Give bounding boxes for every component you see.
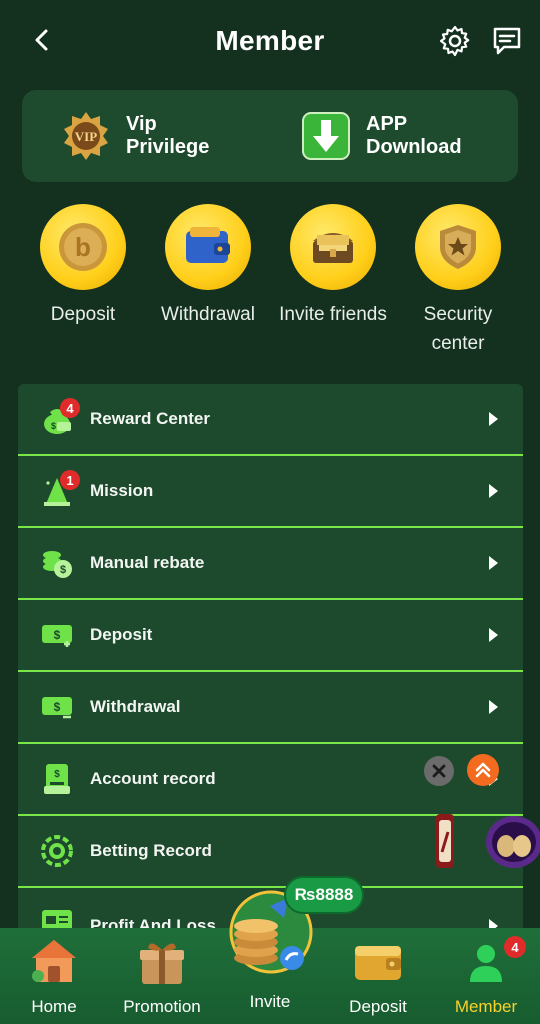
wallet-icon — [165, 204, 251, 290]
withdraw-card-icon: $ — [42, 697, 72, 719]
close-icon — [432, 764, 446, 778]
tab-home[interactable]: Home — [0, 928, 108, 1024]
svg-text:$: $ — [54, 628, 61, 642]
vip-privilege-button[interactable]: VIP Vip Privilege — [22, 110, 270, 162]
chevron-right-icon — [489, 412, 498, 426]
svg-text:b: b — [75, 232, 91, 262]
svg-text:$: $ — [54, 769, 60, 780]
coin-icon: b — [40, 204, 126, 290]
gold-wallet-icon — [355, 946, 401, 980]
chevron-right-icon — [489, 628, 498, 642]
notification-badge: 1 — [60, 470, 80, 490]
notification-badge: 4 — [60, 398, 80, 418]
page-title: Member — [215, 25, 325, 56]
menu-label: Withdrawal — [90, 697, 181, 716]
shield-badge-icon — [415, 204, 501, 290]
tab-deposit[interactable]: Deposit — [324, 928, 432, 1024]
svg-text:VIP: VIP — [75, 129, 97, 144]
tab-promotion[interactable]: Promotion — [108, 928, 216, 1024]
header: Member — [0, 0, 540, 82]
gear-icon[interactable] — [438, 24, 472, 58]
house-icon — [32, 940, 76, 982]
chip-icon — [41, 835, 73, 867]
back-arrow-icon[interactable] — [28, 26, 56, 54]
menu-label: Mission — [90, 481, 154, 500]
playing-card-icon[interactable] — [434, 812, 456, 870]
coins-stack-icon: $ — [43, 551, 72, 578]
menu-label: Reward Center — [90, 409, 210, 428]
quick-invite-friends[interactable]: Invite friends — [268, 200, 398, 329]
message-icon[interactable] — [490, 24, 524, 58]
menu-label: Deposit — [90, 625, 153, 644]
quick-security-center[interactable]: Security center — [393, 200, 523, 358]
vip-badge-icon: VIP — [64, 112, 108, 160]
tab-label: Member — [454, 997, 518, 1016]
svg-text:$: $ — [60, 564, 66, 576]
menu-manual-rebate[interactable]: $ Manual rebate — [18, 528, 523, 600]
chevron-right-icon — [489, 484, 498, 498]
tab-label: Promotion — [123, 997, 201, 1016]
app-download-button[interactable]: APP Download — [270, 110, 518, 162]
tab-label: Deposit — [349, 997, 407, 1016]
quick-deposit[interactable]: b Deposit — [18, 200, 148, 329]
double-chevron-up-icon — [475, 762, 491, 778]
deposit-card-icon: $ — [42, 625, 72, 647]
chevron-right-icon — [489, 700, 498, 714]
menu-reward-center[interactable]: $ 4 Reward Center — [18, 384, 523, 456]
close-floating-button[interactable] — [424, 756, 454, 786]
menu-label: Account record — [90, 769, 216, 788]
game-eggs-icon[interactable] — [478, 812, 540, 872]
download-icon — [302, 112, 350, 160]
gift-box-icon — [140, 943, 184, 984]
menu-label: Manual rebate — [90, 553, 205, 572]
vip-app-card: VIP Vip Privilege APP Download — [22, 90, 518, 182]
svg-text:$: $ — [51, 421, 56, 431]
menu-withdrawal[interactable]: $ Withdrawal — [18, 672, 523, 744]
menu-mission[interactable]: 1 Mission — [18, 456, 523, 528]
vip-privilege-label: Vip Privilege — [126, 113, 210, 158]
chevron-right-icon — [489, 556, 498, 570]
svg-text:$: $ — [54, 700, 61, 714]
treasure-chest-icon — [290, 204, 376, 290]
account-record-icon: $ — [44, 764, 70, 794]
app-download-label: APP Download — [366, 113, 462, 158]
quick-withdrawal[interactable]: Withdrawal — [143, 200, 273, 329]
menu-deposit[interactable]: $ Deposit — [18, 600, 523, 672]
scroll-top-button[interactable] — [467, 754, 499, 786]
menu-label: Betting Record — [90, 841, 212, 860]
quick-actions: b Deposit Withdrawal Invite friends Secu… — [0, 200, 540, 360]
member-badge: 4 — [504, 936, 526, 958]
quick-label: Withdrawal — [161, 304, 255, 325]
quick-label: Deposit — [50, 304, 116, 325]
invite-reward-pill[interactable]: ₨8888 — [284, 876, 364, 914]
tab-label: Invite — [249, 992, 291, 1011]
tab-label: Home — [31, 997, 77, 1016]
quick-label: Security center — [423, 304, 493, 354]
quick-label: Invite friends — [279, 304, 387, 325]
